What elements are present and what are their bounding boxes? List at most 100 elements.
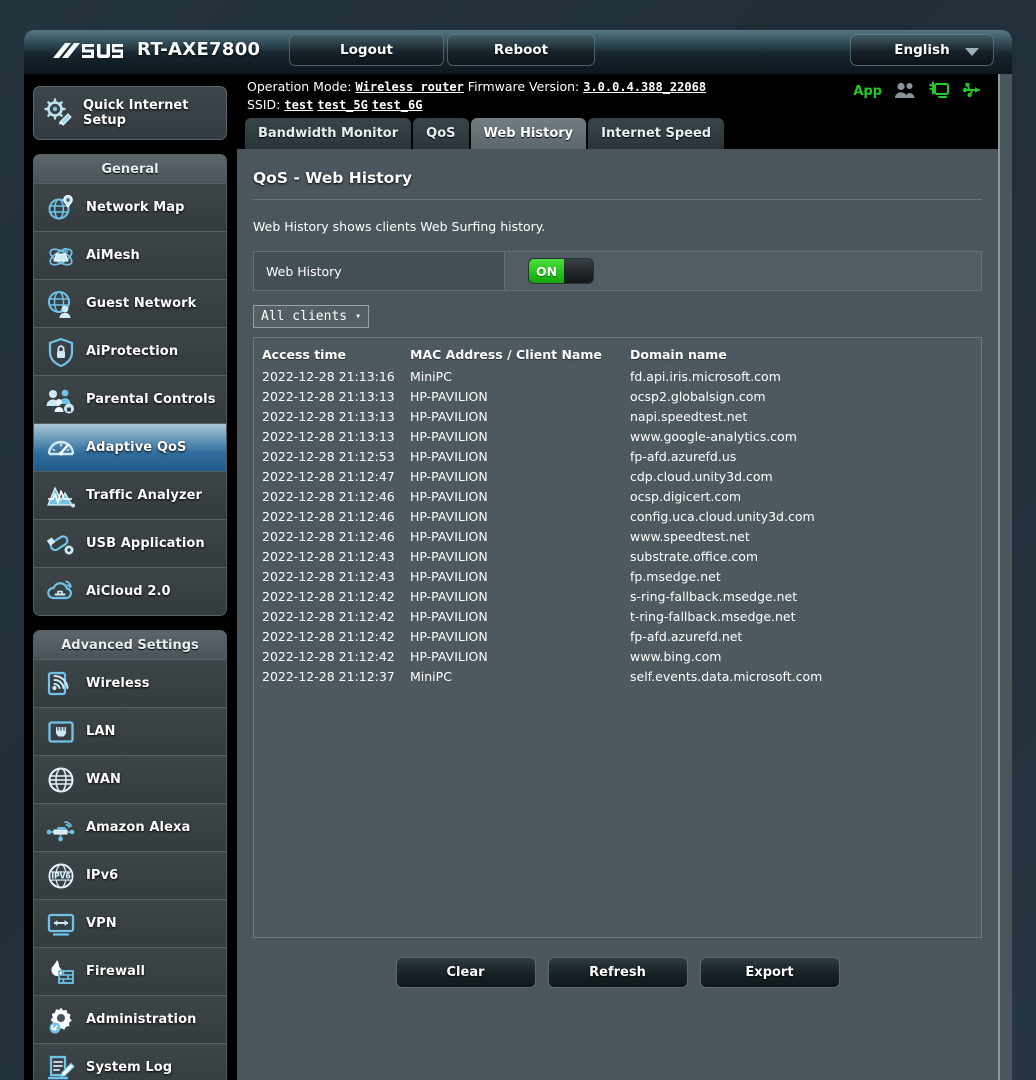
chevron-down-icon <box>965 48 979 56</box>
ssid-5g[interactable]: test_5G <box>317 98 368 112</box>
table-row: 2022-12-28 21:12:42 HP-PAVILION fp-afd.azu… <box>262 627 971 647</box>
client-filter-dropdown[interactable]: All clients ▾ <box>253 305 370 328</box>
guest-network-icon <box>46 289 76 319</box>
svg-text:IPV6: IPV6 <box>51 871 70 880</box>
tab-bar: Bandwidth Monitor QoS Web History Internet … <box>237 118 998 149</box>
table-row: 2022-12-28 21:12:43 HP-PAVILION fp.msedge.… <box>262 567 971 587</box>
table-row: 2022-12-28 21:13:13 HP-PAVILION www.google… <box>262 427 971 447</box>
access-time-cell: 2022-12-28 21:12:42 <box>262 609 395 624</box>
logout-button[interactable]: Logout <box>289 34 444 66</box>
client-name-cell: HP-PAVILION <box>410 589 488 604</box>
web-history-toggle[interactable]: ON <box>528 258 594 284</box>
client-name-cell: HP-PAVILION <box>410 489 488 504</box>
client-name-cell: HP-PAVILION <box>410 469 488 484</box>
client-filter-value: All clients <box>261 309 348 324</box>
client-name-cell: HP-PAVILION <box>410 649 488 664</box>
domain-name-cell: cdp.cloud.unity3d.com <box>630 469 773 484</box>
client-name-cell: MiniPC <box>410 369 452 384</box>
domain-name-cell: napi.speedtest.net <box>630 409 748 424</box>
language-selector[interactable]: English <box>850 34 994 66</box>
domain-name-cell: ocsp.digicert.com <box>630 489 742 504</box>
sidebar: Quick Internet Setup General Network Map… <box>24 74 236 1080</box>
tab-qos[interactable]: QoS <box>413 118 469 149</box>
sidebar-item-aiprotection[interactable]: AiProtection <box>34 327 226 375</box>
vpn-icon <box>46 909 76 939</box>
sidebar-item-label: Firewall <box>86 964 146 979</box>
sidebar-item-label: LAN <box>86 724 116 739</box>
refresh-button[interactable]: Refresh <box>547 957 688 988</box>
toggle-on-label: ON <box>529 259 564 283</box>
domain-name-cell: s-ring-fallback.msedge.net <box>630 589 798 604</box>
domain-name-cell: www.speedtest.net <box>630 529 750 544</box>
ssid-2g[interactable]: test <box>284 98 313 112</box>
access-time-cell: 2022-12-28 21:13:13 <box>262 389 395 404</box>
table-row: 2022-12-28 21:12:46 HP-PAVILION ocsp.digic… <box>262 487 971 507</box>
traffic-analyzer-icon <box>46 481 76 511</box>
network-map-icon <box>46 193 76 223</box>
column-header: MAC Address / Client Name <box>410 347 602 362</box>
cloud-icon <box>46 577 76 607</box>
tab-internet-speed[interactable]: Internet Speed <box>588 118 725 149</box>
page-content: QoS - Web History Web History shows clie… <box>237 169 998 1080</box>
sidebar-item-vpn[interactable]: VPN <box>34 899 226 947</box>
sidebar-item-label: Guest Network <box>86 296 197 311</box>
access-time-cell: 2022-12-28 21:12:53 <box>262 449 395 464</box>
system-log-icon <box>46 1053 76 1080</box>
tab-bandwidth-monitor[interactable]: Bandwidth Monitor <box>245 118 412 149</box>
sidebar-item-lan[interactable]: LAN <box>34 707 226 755</box>
table-row: 2022-12-28 21:13:16 MiniPC fd.api.iris.mic… <box>262 367 971 387</box>
globe-icon <box>46 765 76 795</box>
gear-wrench-icon <box>46 1005 76 1035</box>
sidebar-item-label: Administration <box>86 1012 197 1027</box>
app-link[interactable]: App <box>853 84 882 99</box>
client-name-cell: HP-PAVILION <box>410 429 488 444</box>
sidebar-item-aimesh[interactable]: AiMesh <box>34 231 226 279</box>
clear-button[interactable]: Clear <box>395 957 536 988</box>
sidebar-item-aicloud-2-0[interactable]: AiCloud 2.0 <box>34 567 226 615</box>
sidebar-item-amazon-alexa[interactable]: Amazon Alexa <box>34 803 226 851</box>
domain-name-cell: fp.msedge.net <box>630 569 721 584</box>
access-time-cell: 2022-12-28 21:13:13 <box>262 409 395 424</box>
sidebar-item-wan[interactable]: WAN <box>34 755 226 803</box>
sidebar-item-system-log[interactable]: System Log <box>34 1043 226 1080</box>
client-name-cell: HP-PAVILION <box>410 509 488 524</box>
sidebar-item-label: Adaptive QoS <box>86 440 187 455</box>
reboot-button[interactable]: Reboot <box>447 34 595 66</box>
sidebar-item-label: AiProtection <box>86 344 179 359</box>
web-history-toggle-label: Web History <box>266 263 342 279</box>
column-header: Access time <box>262 347 346 362</box>
sidebar-item-usb-application[interactable]: USB Application <box>34 519 226 567</box>
tab-web-history[interactable]: Web History <box>470 118 587 149</box>
sidebar-item-label: Network Map <box>86 200 185 215</box>
access-time-cell: 2022-12-28 21:12:42 <box>262 629 395 644</box>
web-history-table-container: Access time MAC Address / Client Name Doma… <box>253 337 982 938</box>
sidebar-item-quick-internet-setup[interactable]: Quick Internet Setup <box>33 86 227 140</box>
client-name-cell: HP-PAVILION <box>410 529 488 544</box>
domain-name-cell: fd.api.iris.microsoft.com <box>630 369 781 384</box>
sidebar-group-general-header: General <box>34 155 226 183</box>
sidebar-item-parental-controls[interactable]: Parental Controls <box>34 375 226 423</box>
operation-mode-value[interactable]: Wireless router <box>355 80 463 94</box>
usb-icon[interactable] <box>962 81 984 102</box>
alexa-icon <box>46 813 76 843</box>
export-button[interactable]: Export <box>699 957 840 988</box>
toggle-knob <box>564 259 593 283</box>
ssid-6g[interactable]: test_6G <box>372 98 423 112</box>
sidebar-item-label: AiCloud 2.0 <box>86 584 171 599</box>
table-row: 2022-12-28 21:13:13 HP-PAVILION ocsp2.glob… <box>262 387 971 407</box>
access-time-cell: 2022-12-28 21:13:13 <box>262 429 395 444</box>
sidebar-item-wireless[interactable]: Wireless <box>34 659 226 707</box>
gauge-icon <box>46 433 76 463</box>
sidebar-item-administration[interactable]: Administration <box>34 995 226 1043</box>
clients-icon[interactable] <box>894 81 916 102</box>
sidebar-item-ipv6[interactable]: IPV6 IPv6 <box>34 851 226 899</box>
network-monitor-icon[interactable] <box>928 81 950 102</box>
sidebar-item-adaptive-qos[interactable]: Adaptive QoS <box>34 423 226 471</box>
sidebar-item-firewall[interactable]: Firewall <box>34 947 226 995</box>
table-row: 2022-12-28 21:12:37 MiniPC self.events.dat… <box>262 667 971 687</box>
firmware-value[interactable]: 3.0.0.4.388_22068 <box>583 80 706 94</box>
sidebar-item-traffic-analyzer[interactable]: Traffic Analyzer <box>34 471 226 519</box>
sidebar-item-network-map[interactable]: Network Map <box>34 183 226 231</box>
domain-name-cell: fp-afd.azurefd.net <box>630 629 743 644</box>
sidebar-item-guest-network[interactable]: Guest Network <box>34 279 226 327</box>
